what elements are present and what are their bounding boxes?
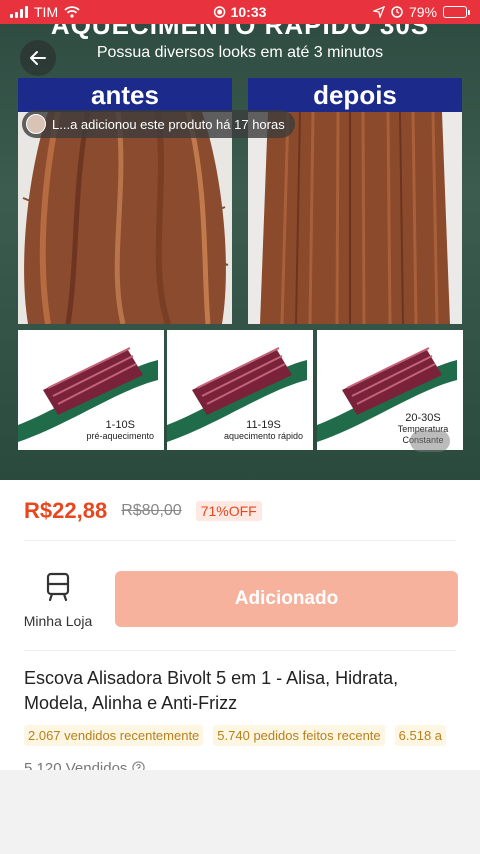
stage-label-2: 11-19S aquecimento rápido (223, 419, 303, 442)
store-icon (46, 572, 70, 602)
back-button[interactable] (20, 40, 56, 76)
divider (24, 540, 456, 541)
battery-percent: 79% (408, 4, 437, 20)
carousel-pager (410, 430, 450, 452)
discount-badge: 71%OFF (195, 501, 262, 521)
divider (24, 650, 456, 651)
recent-activity-toast: L...a adicionou este produto há 17 horas (22, 110, 295, 138)
avatar (26, 114, 46, 134)
current-price: R$22,88 (24, 498, 108, 523)
bottom-area (0, 770, 480, 854)
after-label: depois (248, 78, 462, 112)
heat-stage-tile-2: 11-19S aquecimento rápido (167, 330, 313, 450)
hero-subtitle: Possua diversos looks em até 3 minutos (96, 44, 384, 61)
before-label: antes (18, 78, 232, 112)
status-right: 79% (372, 4, 470, 20)
sales-chip: 2.067 vendidos recentemente (24, 725, 204, 746)
recording-icon (213, 6, 226, 18)
product-title: Escova Alisadora Bivolt 5 em 1 - Alisa, … (24, 668, 399, 713)
straight-hair-image (248, 112, 462, 324)
sales-chip: 5.740 pedidos feitos recente (213, 725, 385, 746)
toast-text: L...a adicionou este produto há 17 horas (52, 116, 285, 132)
store-label: Minha Loja (23, 613, 93, 629)
stage-label-1: 1-10S pré-aquecimento (86, 419, 154, 442)
arrow-left-icon (30, 51, 46, 65)
sales-chip: 6.518 a (394, 725, 447, 746)
status-left: TIM (10, 4, 80, 20)
wifi-icon (64, 6, 80, 18)
status-bar: TIM 10:33 79% (0, 0, 480, 24)
price-row: R$22,88 R$80,00 71%OFF (24, 498, 262, 524)
battery-charging-icon (443, 6, 470, 18)
product-sheet: R$22,88 R$80,00 71%OFF Minha Loja Adicio… (0, 480, 480, 777)
clock-time: 10:33 (230, 4, 267, 20)
frizzy-hair-image (18, 112, 232, 324)
sales-chips: 2.067 vendidos recentemente 5.740 pedido… (24, 725, 480, 746)
status-center: 10:33 (213, 4, 267, 20)
my-store-button[interactable]: Minha Loja (18, 572, 98, 629)
alarm-icon (391, 6, 403, 18)
heat-stage-tile-1: 1-10S pré-aquecimento (18, 330, 164, 450)
signal-icon (10, 6, 28, 18)
added-to-store-button[interactable]: Adicionado (115, 571, 458, 627)
original-price: R$80,00 (121, 502, 182, 519)
product-image-carousel[interactable]: AQUECIMENTO RÁPIDO 30S Possua diversos l… (0, 0, 480, 480)
location-icon (372, 6, 385, 18)
carrier-name: TIM (34, 4, 59, 20)
